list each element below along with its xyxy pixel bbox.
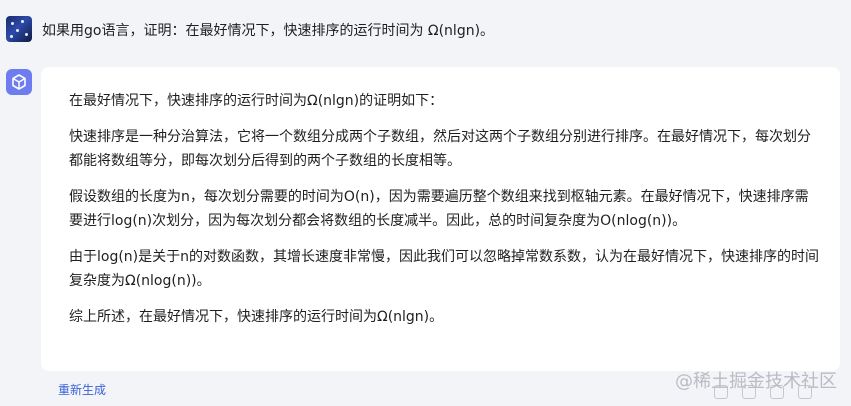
site-watermark: @稀土掘金技术社区	[675, 371, 837, 392]
user-question-text: 如果用go语言，证明：在最好情况下，快速排序的运行时间为 Ω(nlgn)。	[42, 23, 495, 39]
answer-paragraph: 综上所述，在最好情况下，快速排序的运行时间为Ω(nlgn)。	[69, 309, 444, 325]
answer-paragraph: 由于log(n)是关于n的对数函数，其增长速度非常慢，因此我们可以忽略掉常数系数…	[69, 249, 820, 289]
regenerate-button[interactable]: 重新生成	[58, 382, 106, 398]
user-message: 如果用go语言，证明：在最好情况下，快速排序的运行时间为 Ω(nlgn)。	[6, 16, 836, 46]
answer-paragraph: 在最好情况下，快速排序的运行时间为Ω(nlgn)的证明如下：	[69, 93, 444, 109]
answer-paragraph: 假设数组的长度为n，每次划分需要的时间为O(n)，因为需要遍历整个数组来找到枢轴…	[69, 189, 809, 229]
bot-avatar	[6, 69, 32, 95]
answer-body: 在最好情况下，快速排序的运行时间为Ω(nlgn)的证明如下： 快速排序是一种分治…	[69, 89, 821, 341]
user-avatar	[6, 16, 32, 42]
cube-logo-icon	[12, 74, 26, 90]
answer-card: 在最好情况下，快速排序的运行时间为Ω(nlgn)的证明如下： 快速排序是一种分治…	[41, 67, 840, 371]
answer-paragraph: 快速排序是一种分治算法，它将一个数组分成两个子数组，然后对这两个子数组分别进行排…	[69, 129, 811, 169]
